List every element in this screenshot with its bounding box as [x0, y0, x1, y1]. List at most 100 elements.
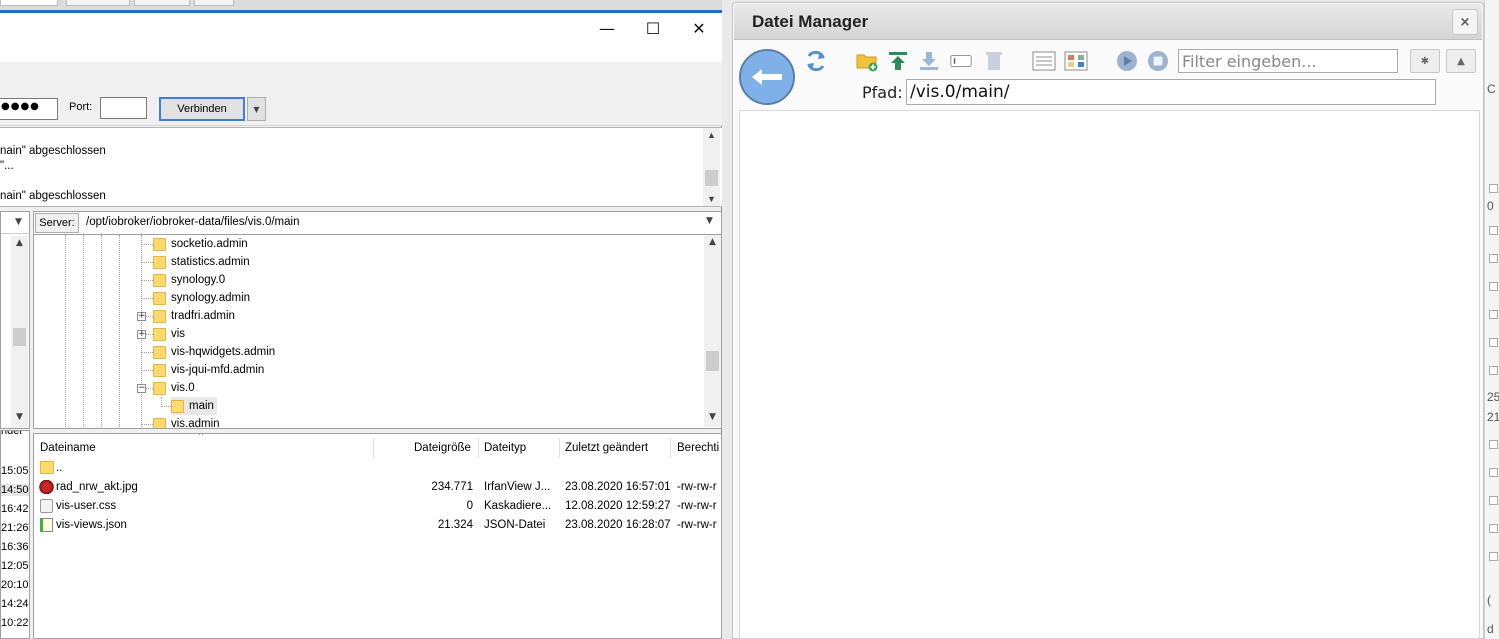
column-header-type[interactable]: Dateityp	[484, 442, 526, 454]
json-file-icon	[40, 518, 53, 532]
tree-item-label: vis.0	[171, 382, 195, 394]
tree-item-label: vis.admin	[171, 418, 220, 429]
file-content-area[interactable]	[739, 110, 1480, 639]
file-size: 0	[466, 500, 473, 512]
upload-icon[interactable]	[886, 50, 910, 72]
checkbox[interactable]	[1489, 338, 1498, 347]
settings-icon[interactable]: ✱	[1410, 49, 1440, 73]
delete-icon[interactable]	[982, 50, 1006, 72]
folder-icon	[40, 461, 54, 474]
tree-item[interactable]: vis.0	[153, 379, 195, 397]
close-icon[interactable]: ×	[1452, 9, 1478, 35]
log-line: nain" abgeschlossen	[0, 145, 106, 157]
tree-item-label: synology.0	[171, 274, 226, 286]
chevron-down-icon[interactable]: ▼	[706, 216, 713, 226]
filter-input[interactable]: Filter eingeben...	[1178, 49, 1398, 73]
file-row[interactable]: vis-views.json 21.324 JSON-Datei 23.08.2…	[34, 517, 721, 536]
file-row[interactable]: rad_nrw_akt.jpg 234.771 IrfanView J... 2…	[34, 479, 721, 498]
tree-item[interactable]: synology.0	[153, 271, 225, 289]
checkbox[interactable]	[1489, 310, 1498, 319]
tree-item[interactable]: synology.admin	[153, 289, 250, 307]
rename-icon[interactable]	[949, 50, 973, 72]
tree-item-selected[interactable]: main	[171, 397, 217, 415]
path-input[interactable]: /vis.0/main/	[906, 79, 1436, 105]
scroll-up-icon[interactable]: ▲	[11, 238, 28, 248]
log-scrollbar[interactable]: ▲ ▼	[703, 128, 720, 206]
scroll-up-icon[interactable]: ▲	[704, 237, 721, 247]
close-button[interactable]: ✕	[676, 13, 722, 43]
grid-view-icon[interactable]	[1064, 50, 1088, 72]
file-permissions: -rw-rw-r	[677, 519, 717, 531]
refresh-icon[interactable]	[804, 50, 828, 72]
local-time: 21:26	[1, 522, 29, 534]
tab-active[interactable]	[0, 0, 58, 6]
file-row[interactable]: ..	[34, 460, 721, 479]
text-fragment: 21	[1487, 410, 1499, 424]
new-folder-icon[interactable]	[855, 50, 879, 72]
scroll-up-icon[interactable]: ▲	[703, 130, 720, 140]
expand-icon[interactable]: +	[137, 312, 146, 321]
scroll-thumb[interactable]	[705, 170, 718, 186]
download-icon[interactable]	[917, 50, 941, 72]
column-header-permissions[interactable]: Berechti	[677, 442, 719, 454]
tree-scrollbar[interactable]: ▲ ▼	[704, 235, 721, 427]
checkbox[interactable]	[1489, 496, 1498, 505]
tree-item[interactable]: statistics.admin	[153, 253, 250, 271]
folder-icon	[153, 291, 166, 305]
column-header-size[interactable]: Dateigröße	[414, 442, 471, 454]
expand-icon[interactable]: +	[137, 330, 146, 339]
collapse-icon[interactable]: −	[137, 384, 146, 393]
checkbox[interactable]	[1489, 552, 1498, 561]
warning-icon[interactable]: ▲	[1446, 49, 1476, 73]
tree-item-label: tradfri.admin	[171, 310, 235, 322]
tree-item[interactable]: vis.admin	[153, 415, 220, 429]
back-button[interactable]	[739, 49, 795, 105]
local-tree-panel: ▼ ▲ ▼	[0, 211, 30, 429]
tree-item[interactable]: vis-hqwidgets.admin	[153, 343, 275, 361]
file-name: vis-user.css	[56, 500, 117, 512]
tree-item[interactable]: socketio.admin	[153, 235, 248, 253]
toolbar-area	[0, 62, 722, 90]
checkbox[interactable]	[1489, 366, 1498, 375]
password-field[interactable]: ●●●●	[0, 98, 58, 120]
connect-button[interactable]: Verbinden	[159, 97, 245, 121]
tab-3[interactable]	[134, 0, 190, 6]
scroll-thumb[interactable]	[13, 328, 26, 346]
local-tree-scrollbar[interactable]: ▲ ▼	[11, 236, 28, 428]
scroll-down-icon[interactable]: ▼	[703, 194, 720, 204]
list-view-icon[interactable]	[1032, 50, 1056, 72]
tab-4[interactable]	[194, 0, 234, 6]
chevron-down-icon[interactable]: ▼	[15, 217, 22, 227]
play-icon[interactable]	[1115, 50, 1139, 72]
checkbox[interactable]	[1489, 524, 1498, 533]
column-header-name[interactable]: Dateiname	[40, 442, 96, 454]
file-row[interactable]: vis-user.css 0 Kaskadiere... 12.08.2020 …	[34, 498, 721, 517]
scroll-thumb[interactable]	[706, 351, 719, 371]
tree-item[interactable]: vis	[153, 325, 185, 343]
checkbox[interactable]	[1489, 440, 1498, 449]
minimize-button[interactable]: —	[584, 13, 630, 43]
column-header-modified[interactable]: Zuletzt geändert	[565, 442, 648, 454]
maximize-button[interactable]: ☐	[630, 13, 676, 43]
tree-item[interactable]: tradfri.admin	[153, 307, 235, 325]
checkbox[interactable]	[1489, 282, 1498, 291]
scroll-down-icon[interactable]: ▼	[11, 412, 28, 422]
port-input[interactable]	[100, 97, 147, 119]
checkbox[interactable]	[1489, 468, 1498, 477]
column-header-modified[interactable]: nder	[1, 431, 29, 437]
tree-item[interactable]: vis-jqui-mfd.admin	[153, 361, 264, 379]
local-time: 15:05	[1, 465, 29, 477]
scroll-down-icon[interactable]: ▼	[704, 412, 721, 422]
file-name: ..	[56, 462, 63, 474]
tree-item-label: vis-jqui-mfd.admin	[171, 364, 265, 376]
file-modified: 12.08.2020 12:59:27	[565, 500, 671, 512]
connect-dropdown-icon[interactable]: ▼	[247, 97, 266, 121]
checkbox[interactable]	[1489, 184, 1498, 193]
stop-icon[interactable]	[1146, 50, 1170, 72]
local-path-combo[interactable]: ▼	[1, 212, 30, 234]
checkbox[interactable]	[1489, 226, 1498, 235]
tab-2[interactable]	[66, 0, 130, 6]
checkbox[interactable]	[1489, 254, 1498, 263]
file-permissions: -rw-rw-r	[677, 500, 717, 512]
server-path-text[interactable]: /opt/iobroker/iobroker-data/files/vis.0/…	[86, 216, 300, 228]
